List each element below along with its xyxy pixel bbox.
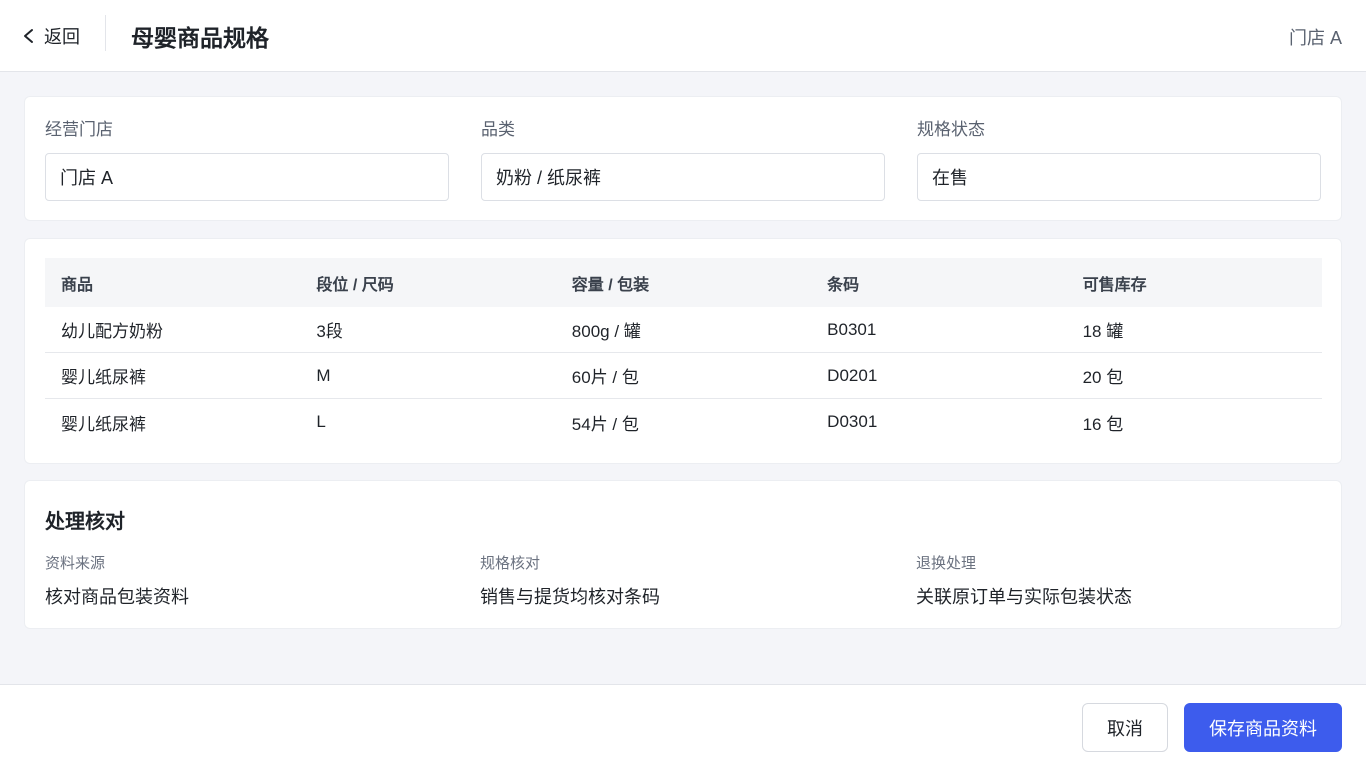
spec-table: 商品 段位 / 尺码 容量 / 包装 条码 可售库存 幼儿配方奶粉 3段 800… — [45, 258, 1322, 445]
cell-product: 幼儿配方奶粉 — [61, 322, 163, 341]
check-item-source: 资料来源 核对商品包装资料 — [45, 554, 465, 609]
category-field: 品类 奶粉 / 纸尿裤 — [481, 119, 885, 201]
filter-card: 经营门店 门店 A 品类 奶粉 / 纸尿裤 规格状态 在售 — [24, 96, 1342, 221]
cell-product: 婴儿纸尿裤 — [61, 414, 146, 434]
check-item-return: 退换处理 关联原订单与实际包装状态 — [916, 554, 1336, 609]
table-header: 商品 段位 / 尺码 容量 / 包装 条码 可售库存 — [45, 258, 1322, 307]
save-button[interactable]: 保存商品资料 — [1184, 703, 1342, 752]
store-field: 经营门店 门店 A — [45, 119, 449, 201]
page-title: 母婴商品规格 — [131, 25, 269, 51]
cell-barcode: D0301 — [827, 412, 878, 431]
back-button[interactable]: 返回 — [22, 22, 80, 50]
status-select[interactable]: 在售 — [917, 153, 1321, 201]
column-header-product: 商品 — [61, 276, 94, 294]
action-bar: 取消 保存商品资料 — [0, 684, 1366, 768]
category-select[interactable]: 奶粉 / 纸尿裤 — [481, 153, 885, 201]
check-item-label: 退换处理 — [916, 555, 977, 572]
column-header-stock: 可售库存 — [1082, 276, 1147, 294]
cell-capacity-pack: 60片 / 包 — [571, 368, 639, 387]
table-row[interactable]: 婴儿纸尿裤 L 54片 / 包 D0301 16 包 — [45, 399, 1322, 445]
check-item-value: 关联原订单与实际包装状态 — [916, 587, 1132, 607]
current-store: 门店 A — [1288, 28, 1342, 48]
check-item-value: 核对商品包装资料 — [45, 587, 189, 607]
column-header-capacity-pack: 容量 / 包装 — [571, 276, 650, 294]
cell-stage-size: L — [316, 412, 326, 431]
check-item-value: 销售与提货均核对条码 — [480, 587, 660, 607]
table-row[interactable]: 幼儿配方奶粉 3段 800g / 罐 B0301 18 罐 — [45, 307, 1322, 353]
cell-barcode: B0301 — [827, 319, 877, 339]
top-bar: 返回 母婴商品规格 门店 A — [0, 0, 1366, 72]
spec-table-card: 商品 段位 / 尺码 容量 / 包装 条码 可售库存 幼儿配方奶粉 3段 800… — [24, 238, 1342, 464]
check-item-spec: 规格核对 销售与提货均核对条码 — [480, 554, 900, 609]
cell-stock: 20 包 — [1082, 368, 1124, 387]
cell-capacity-pack: 54片 / 包 — [571, 414, 639, 434]
cell-stock: 18 罐 — [1082, 322, 1124, 341]
cell-stage-size: M — [316, 365, 331, 385]
check-item-label: 资料来源 — [45, 555, 106, 572]
status-field-label: 规格状态 — [917, 120, 985, 139]
cell-product: 婴儿纸尿裤 — [61, 368, 146, 387]
cell-capacity-pack: 800g / 罐 — [571, 322, 641, 341]
chevron-left-icon — [24, 29, 33, 43]
cell-stock: 16 包 — [1082, 414, 1124, 434]
store-field-label: 经营门店 — [45, 120, 113, 139]
processing-check-card: 处理核对 资料来源 核对商品包装资料 规格核对 销售与提货均核对条码 退换处理 … — [24, 480, 1342, 629]
status-field: 规格状态 在售 — [917, 119, 1321, 201]
column-header-barcode: 条码 — [827, 276, 860, 294]
cancel-button[interactable]: 取消 — [1082, 703, 1168, 752]
column-header-stage-size: 段位 / 尺码 — [316, 276, 394, 294]
table-row[interactable]: 婴儿纸尿裤 M 60片 / 包 D0201 20 包 — [45, 353, 1322, 399]
header-divider — [105, 15, 106, 51]
section-title: 处理核对 — [45, 511, 125, 533]
cell-stage-size: 3段 — [316, 322, 343, 341]
store-select[interactable]: 门店 A — [45, 153, 449, 201]
back-label: 返回 — [44, 27, 80, 47]
cell-barcode: D0201 — [827, 365, 878, 385]
check-item-label: 规格核对 — [480, 555, 541, 572]
category-field-label: 品类 — [481, 120, 515, 139]
